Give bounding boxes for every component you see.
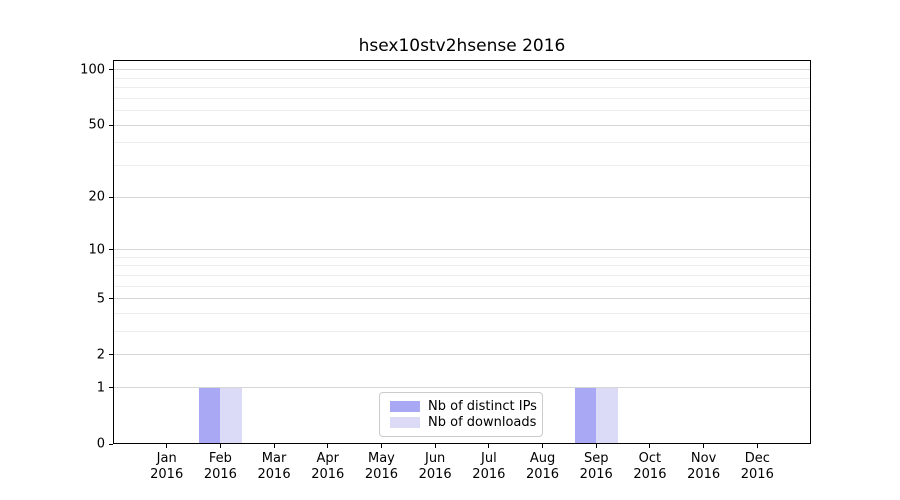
y-tick-label: 10 [55,243,105,256]
y-gridline-minor [113,87,811,88]
x-tick-mark [166,444,167,448]
x-tick-label: Aug 2016 [513,451,573,483]
bar-distinct-ips [199,388,220,444]
y-gridline-minor [113,275,811,276]
y-gridline-minor [113,257,811,258]
bar-downloads [220,388,241,444]
y-tick-label: 100 [55,63,105,76]
y-tick-label: 50 [55,119,105,132]
y-tick-label: 2 [55,348,105,361]
y-tick-label: 0 [55,438,105,451]
y-gridline-minor [113,98,811,99]
legend-entry-downloads: Nb of downloads [390,415,532,432]
y-gridline-major [113,354,811,355]
x-tick-label: Feb 2016 [190,451,250,483]
chart-title: hsex10stv2hsense 2016 [113,36,811,56]
x-tick-mark [381,444,382,448]
y-gridline-major [113,298,811,299]
x-tick-mark [488,444,489,448]
y-tick-label: 5 [55,292,105,305]
y-tick-label: 20 [55,191,105,204]
y-gridline-major [113,125,811,126]
y-gridline-minor [113,286,811,287]
x-tick-mark [274,444,275,448]
x-tick-mark [649,444,650,448]
plot-area [113,60,811,444]
legend-label-distinct-ips: Nb of distinct IPs [428,399,537,414]
y-gridline-major [113,197,811,198]
y-tick-label: 1 [55,381,105,394]
y-gridline-major [113,69,811,70]
legend-swatch-downloads [390,417,420,428]
y-gridline-minor [113,313,811,314]
x-tick-label: Jul 2016 [459,451,519,483]
x-tick-label: Dec 2016 [727,451,787,483]
x-tick-mark [327,444,328,448]
x-tick-label: Jun 2016 [405,451,465,483]
x-tick-mark [220,444,221,448]
y-gridline-minor [113,110,811,111]
legend-label-downloads: Nb of downloads [428,415,536,430]
x-tick-mark [435,444,436,448]
x-tick-label: Apr 2016 [298,451,358,483]
x-tick-label: Mar 2016 [244,451,304,483]
x-tick-label: Oct 2016 [620,451,680,483]
x-tick-mark [703,444,704,448]
y-gridline-minor [113,331,811,332]
y-gridline-minor [113,265,811,266]
bar-downloads [596,388,617,444]
chart-figure: hsex10stv2hsense 2016 0 1 2 5 10 20 50 100 Jan 2… [0,0,900,500]
y-gridline-major [113,249,811,250]
y-gridline-minor [113,142,811,143]
legend-entry-distinct-ips: Nb of distinct IPs [390,398,532,415]
x-tick-label: Nov 2016 [674,451,734,483]
legend-swatch-distinct-ips [390,401,420,412]
bar-distinct-ips [575,388,596,444]
x-tick-mark [757,444,758,448]
y-gridline-minor [113,78,811,79]
legend: Nb of distinct IPs Nb of downloads [379,392,543,437]
x-tick-label: Sep 2016 [566,451,626,483]
y-gridline-minor [113,165,811,166]
x-tick-label: Jan 2016 [137,451,197,483]
x-tick-label: May 2016 [351,451,411,483]
x-tick-mark [542,444,543,448]
x-tick-mark [596,444,597,448]
